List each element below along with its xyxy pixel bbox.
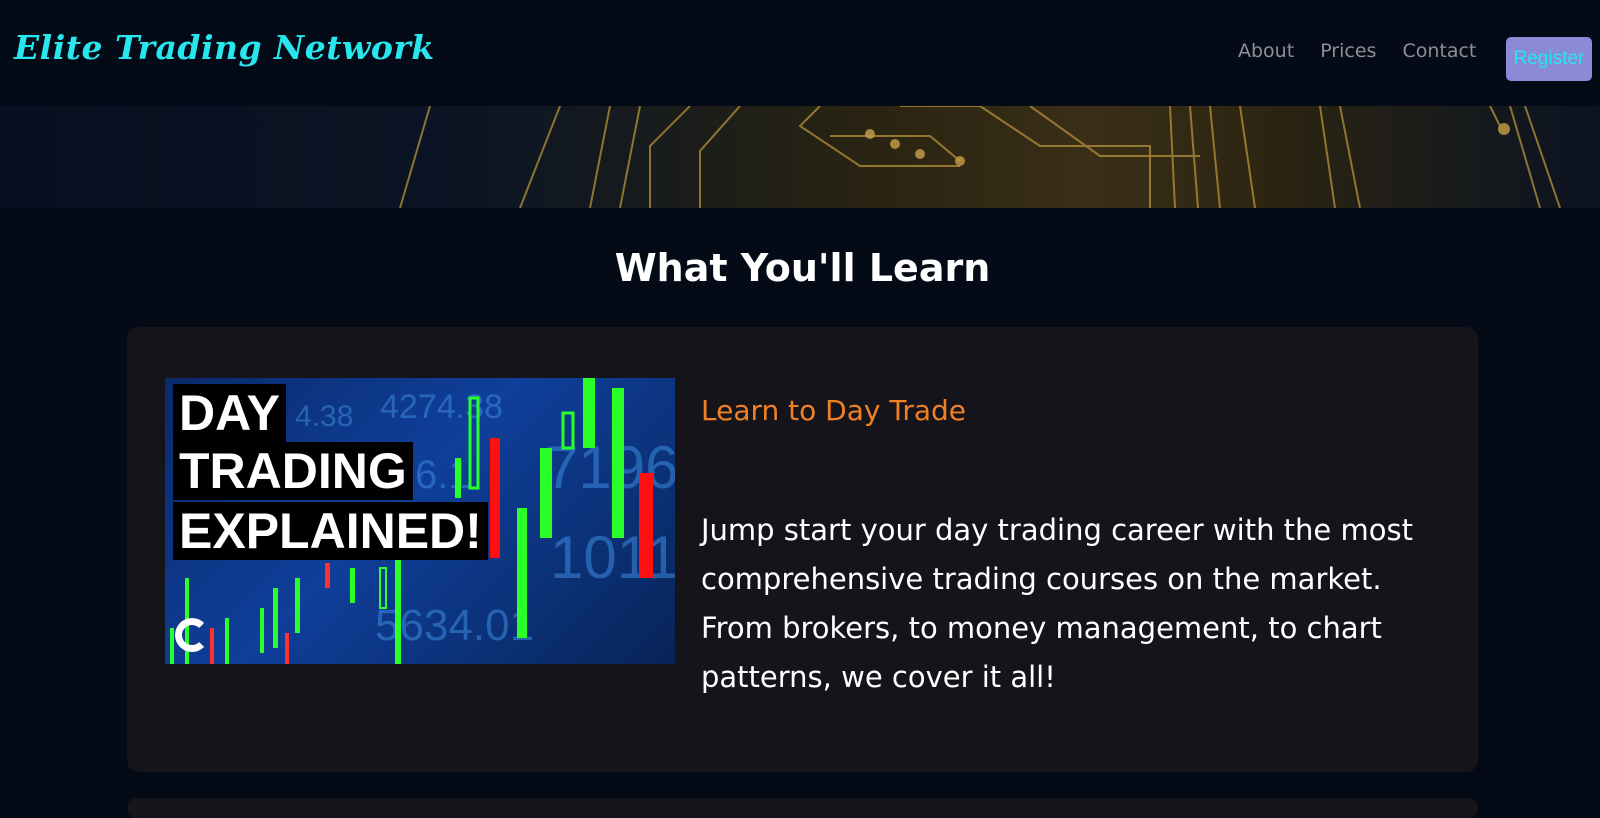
thumbnail-caption-line: EXPLAINED! bbox=[173, 502, 488, 560]
candle bbox=[455, 458, 461, 498]
next-course-card bbox=[127, 798, 1478, 818]
thumbnail-caption-line: TRADING bbox=[173, 442, 413, 500]
thumbnail-caption-line: DAY bbox=[173, 384, 286, 442]
circuit-trace bbox=[399, 106, 431, 208]
nav-link-prices[interactable]: Prices bbox=[1320, 40, 1376, 62]
circuit-trace bbox=[1239, 106, 1256, 208]
candle bbox=[170, 628, 174, 664]
circuit-banner-image bbox=[0, 106, 1600, 208]
ticker-number: 6.1 bbox=[415, 453, 471, 497]
candle bbox=[350, 568, 355, 603]
candle bbox=[273, 588, 278, 648]
circuit-node bbox=[955, 156, 965, 166]
circuit-node bbox=[865, 129, 875, 139]
candle bbox=[210, 628, 214, 664]
circuit-trace bbox=[1319, 106, 1336, 208]
candle bbox=[517, 508, 527, 638]
candle bbox=[490, 438, 500, 558]
circuit-node bbox=[915, 149, 925, 159]
circuit-trace bbox=[1339, 106, 1361, 208]
nav-link-contact[interactable]: Contact bbox=[1402, 40, 1476, 62]
nav-links: About Prices Contact bbox=[1238, 40, 1502, 62]
ticker-number: 4.38 bbox=[295, 400, 353, 433]
candle bbox=[295, 578, 300, 633]
candle bbox=[540, 448, 552, 538]
circuit-trace bbox=[1524, 106, 1561, 208]
circuit-trace bbox=[619, 106, 641, 208]
circuit-trace bbox=[1029, 106, 1200, 157]
candle bbox=[395, 558, 401, 664]
register-button[interactable]: Register bbox=[1506, 37, 1592, 81]
circuit-node bbox=[890, 139, 900, 149]
circuit-trace bbox=[519, 106, 561, 208]
nav-link-about[interactable]: About bbox=[1238, 40, 1294, 62]
candle bbox=[225, 618, 229, 664]
course-thumbnail[interactable]: 4274.38 7196 1011.0 5634.01 4.38 6.1 bbox=[165, 378, 675, 664]
candle bbox=[583, 378, 595, 448]
circuit-trace bbox=[699, 106, 741, 208]
candle bbox=[325, 563, 330, 588]
channel-logo-icon bbox=[175, 618, 209, 652]
circuit-trace bbox=[1209, 106, 1221, 208]
circuit-trace bbox=[589, 106, 611, 208]
ticker-number: 4274.38 bbox=[380, 388, 503, 426]
candle bbox=[612, 388, 624, 538]
circuit-trace bbox=[1509, 106, 1541, 208]
course-description: Jump start your day trading career with … bbox=[701, 513, 1413, 694]
course-title: Learn to Day Trade bbox=[701, 394, 967, 427]
section-title: What You'll Learn bbox=[614, 246, 991, 290]
circuit-node bbox=[1498, 123, 1510, 135]
circuit-trace bbox=[1489, 106, 1501, 127]
circuit-pattern bbox=[399, 106, 1561, 208]
circuit-trace bbox=[649, 106, 691, 208]
candle bbox=[285, 633, 289, 664]
top-navbar: Elite Trading Network About Prices Conta… bbox=[0, 0, 1600, 106]
candle bbox=[260, 608, 264, 653]
candle bbox=[639, 473, 653, 578]
brand-logo-text[interactable]: Elite Trading Network bbox=[14, 28, 435, 67]
